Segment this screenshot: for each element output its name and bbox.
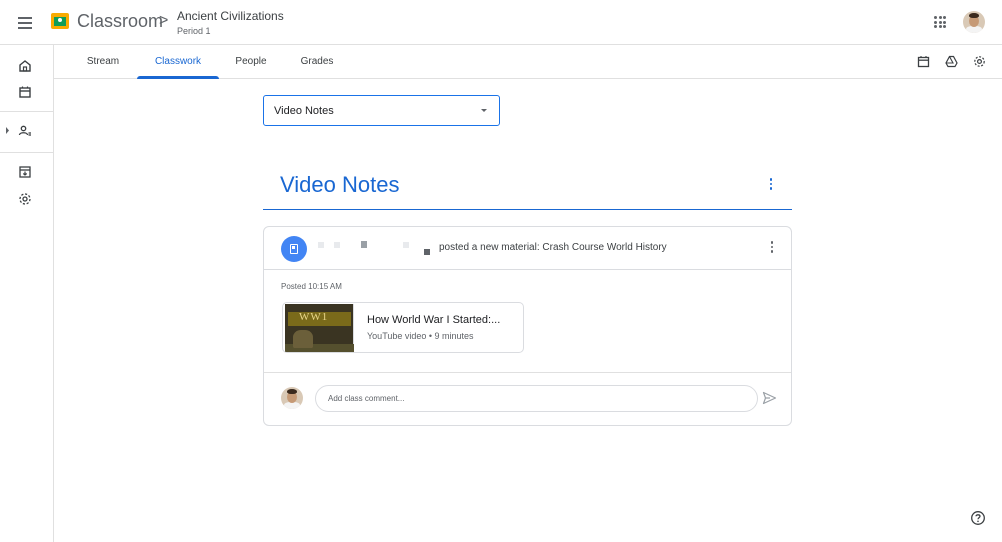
tab-classwork[interactable]: Classwork bbox=[137, 45, 219, 79]
class-name[interactable]: Ancient Civilizations bbox=[177, 9, 284, 23]
topic-filter-select[interactable]: Video Notes bbox=[263, 95, 500, 126]
material-card[interactable]: posted a new material: Crash Course Worl… bbox=[263, 226, 792, 426]
material-card-header: posted a new material: Crash Course Worl… bbox=[264, 227, 791, 270]
calendar-icon[interactable] bbox=[18, 85, 32, 99]
enrolled-classes-icon[interactable] bbox=[18, 124, 32, 138]
redacted-author bbox=[361, 241, 367, 248]
youtube-attachment[interactable]: WW1 How World War I Started:... YouTube … bbox=[282, 302, 524, 353]
sidebar bbox=[0, 45, 54, 542]
video-thumbnail: WW1 bbox=[285, 304, 354, 352]
send-icon[interactable] bbox=[762, 391, 777, 405]
chevron-down-icon bbox=[481, 109, 487, 112]
topic-filter-value: Video Notes bbox=[274, 104, 334, 117]
classroom-logo-icon[interactable] bbox=[51, 13, 69, 29]
redacted-author bbox=[403, 242, 409, 248]
material-book-icon bbox=[281, 236, 307, 262]
breadcrumb-separator: > bbox=[159, 12, 169, 29]
user-avatar[interactable] bbox=[963, 11, 985, 33]
tab-stream[interactable]: Stream bbox=[76, 45, 130, 78]
topic-title: Video Notes bbox=[280, 172, 400, 197]
settings-icon[interactable] bbox=[973, 55, 986, 68]
sidebar-divider bbox=[0, 152, 53, 153]
thumbnail-text: WW1 bbox=[299, 311, 329, 323]
attachment-title[interactable]: How World War I Started:... bbox=[367, 314, 500, 326]
class-comment-input[interactable]: Add class comment... bbox=[315, 385, 758, 412]
app-name[interactable]: Classroom bbox=[77, 11, 163, 32]
class-tabs-bar: Stream Classwork People Grades bbox=[54, 45, 1002, 79]
sidebar-divider bbox=[0, 111, 53, 112]
topic-divider bbox=[263, 209, 792, 210]
class-section: Period 1 bbox=[177, 26, 211, 36]
tab-people[interactable]: People bbox=[226, 45, 276, 78]
redacted-author bbox=[318, 242, 324, 248]
tab-grades[interactable]: Grades bbox=[291, 45, 343, 78]
redacted-author bbox=[334, 242, 340, 248]
archived-classes-icon[interactable] bbox=[18, 165, 32, 179]
home-icon[interactable] bbox=[18, 59, 32, 73]
attachment-meta: YouTube video • 9 minutes bbox=[367, 331, 474, 341]
comment-placeholder: Add class comment... bbox=[328, 394, 405, 403]
calendar-icon[interactable] bbox=[917, 55, 930, 68]
posted-time: Posted 10:15 AM bbox=[281, 282, 342, 291]
comment-divider bbox=[264, 372, 791, 373]
expand-arrow-icon[interactable] bbox=[5, 127, 10, 134]
post-action-text: posted a new material: Crash Course Worl… bbox=[439, 242, 667, 253]
settings-icon[interactable] bbox=[18, 192, 32, 206]
top-app-bar: Classroom > Ancient Civilizations Period… bbox=[0, 0, 1002, 45]
hamburger-menu-icon[interactable] bbox=[14, 12, 36, 34]
post-more-options-icon[interactable] bbox=[769, 241, 775, 255]
drive-icon[interactable] bbox=[945, 55, 958, 68]
help-icon[interactable] bbox=[970, 510, 986, 526]
redacted-author bbox=[424, 249, 430, 255]
topic-more-options-icon[interactable] bbox=[768, 178, 774, 192]
comment-avatar bbox=[281, 387, 303, 409]
apps-grid-icon[interactable] bbox=[934, 16, 946, 28]
